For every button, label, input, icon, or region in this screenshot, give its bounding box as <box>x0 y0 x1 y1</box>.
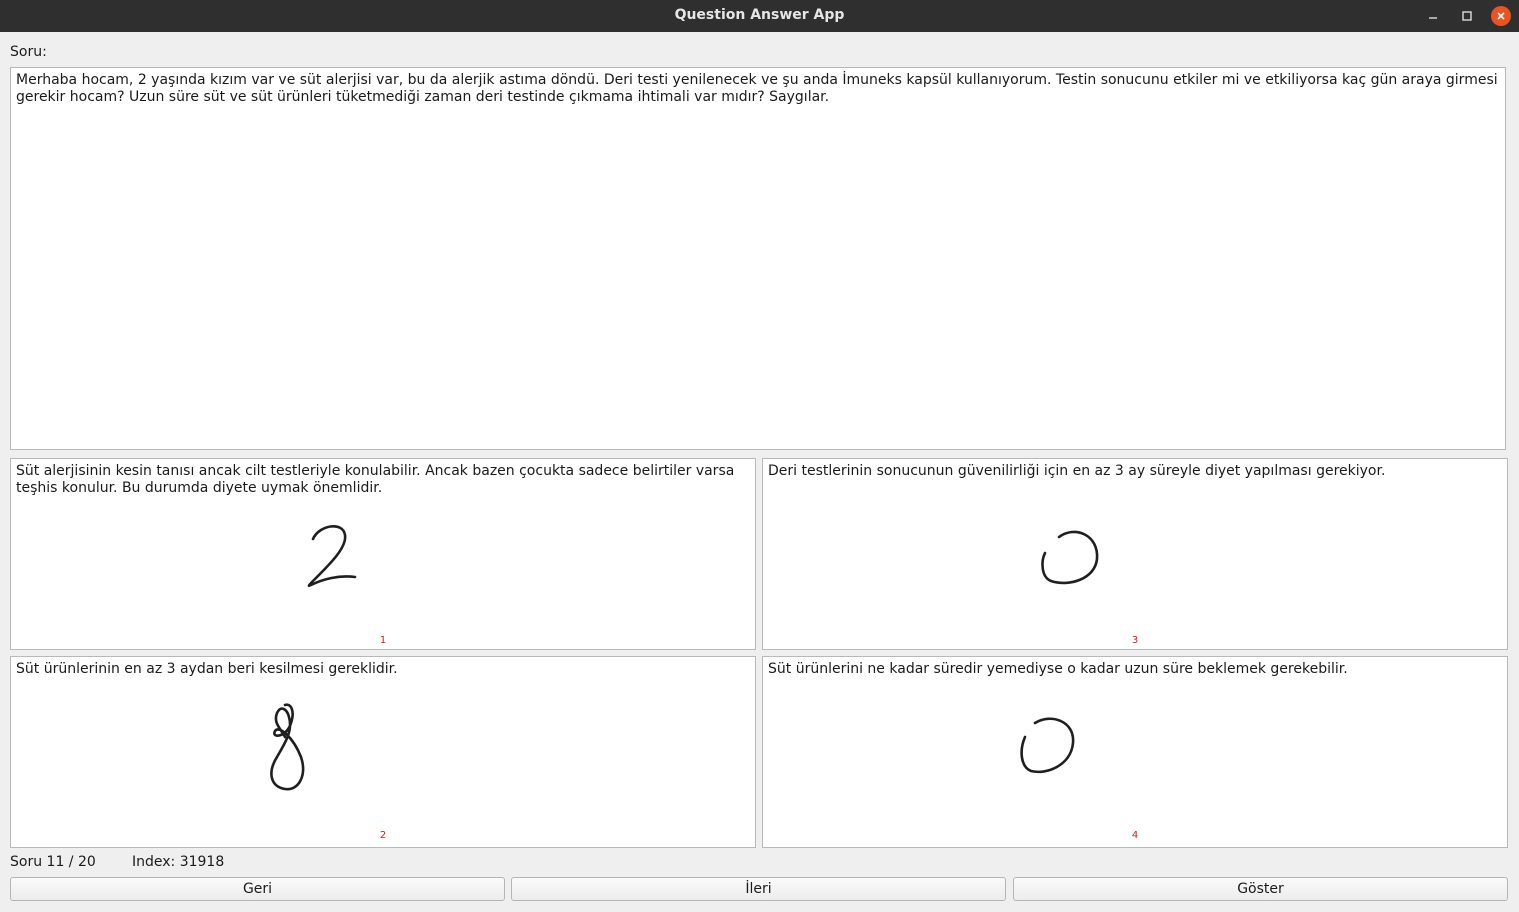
question-text-area[interactable]: Merhaba hocam, 2 yaşında kızım var ve sü… <box>10 67 1506 450</box>
answer-panel-3[interactable]: Deri testlerinin sonucunun güvenilirliği… <box>762 458 1508 650</box>
answer-text: Deri testlerinin sonucunun güvenilirliği… <box>768 463 1386 479</box>
close-button-circle[interactable] <box>1491 6 1511 26</box>
question-index: Index: 31918 <box>132 854 225 870</box>
close-icon[interactable] <box>1489 4 1513 28</box>
next-button[interactable]: İleri <box>511 877 1006 901</box>
answer-text: Süt ürünlerini ne kadar süredir yemediys… <box>768 661 1348 677</box>
question-progress: Soru 11 / 20 <box>10 854 96 870</box>
handwritten-score-0 <box>1020 717 1075 774</box>
answer-panel-2[interactable]: Süt ürünlerinin en az 3 aydan beri kesil… <box>10 656 756 848</box>
back-button[interactable]: Geri <box>10 877 505 901</box>
handwritten-score-2 <box>307 525 357 588</box>
answer-number: 1 <box>379 635 387 646</box>
answer-number: 2 <box>379 830 387 841</box>
answer-number: 4 <box>1131 830 1139 841</box>
answer-text: Süt ürünlerinin en az 3 aydan beri kesil… <box>16 661 398 677</box>
answer-number: 3 <box>1131 635 1139 646</box>
answer-panel-1[interactable]: Süt alerjisinin kesin tanısı ancak cilt … <box>10 458 756 650</box>
handwritten-score-0 <box>1041 530 1099 585</box>
window-titlebar: Question Answer App <box>0 0 1519 32</box>
question-label: Soru: <box>10 44 47 60</box>
minimize-icon[interactable] <box>1421 4 1445 28</box>
answer-text: Süt alerjisinin kesin tanısı ancak cilt … <box>16 463 735 496</box>
handwritten-score-8 <box>270 703 305 791</box>
maximize-icon[interactable] <box>1455 4 1479 28</box>
answer-panel-4[interactable]: Süt ürünlerini ne kadar süredir yemediys… <box>762 656 1508 848</box>
window-title: Question Answer App <box>674 7 845 23</box>
show-button[interactable]: Göster <box>1013 877 1508 901</box>
